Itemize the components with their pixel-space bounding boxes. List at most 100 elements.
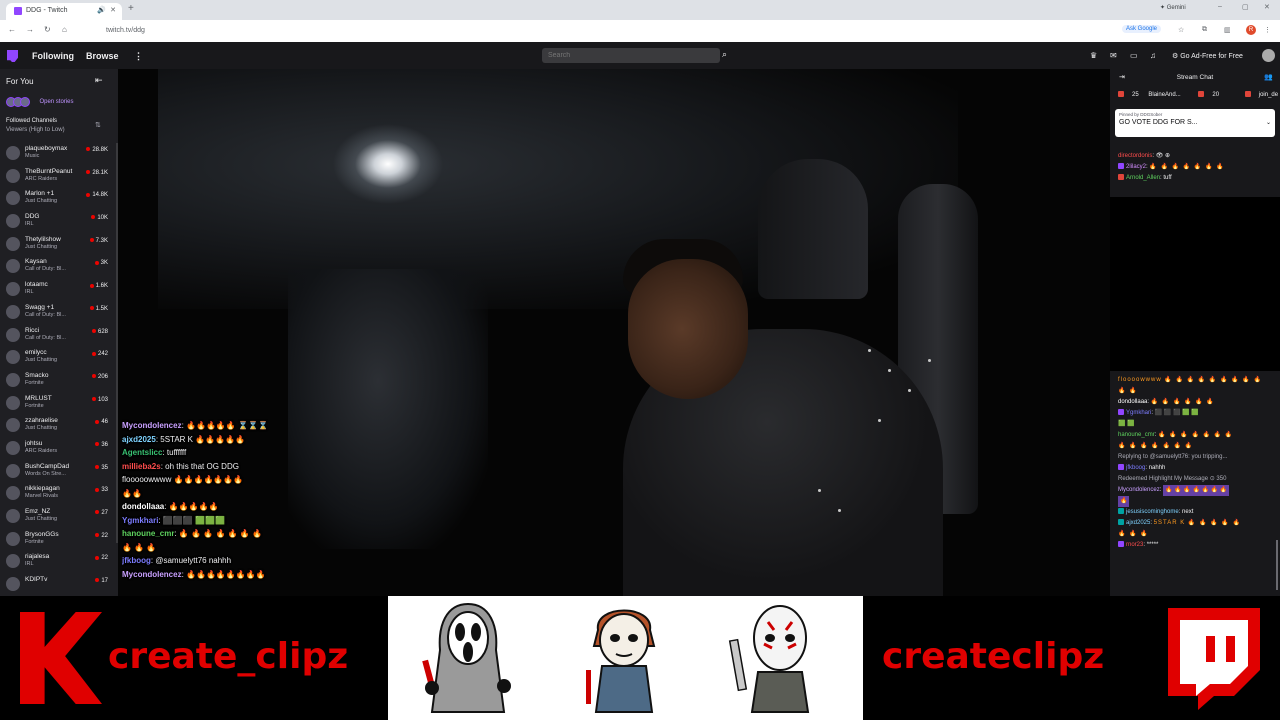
open-stories-row[interactable]: Open stories	[6, 93, 112, 109]
notifications-icon[interactable]: ♫	[1150, 51, 1156, 60]
chat-username[interactable]: Mycondolencez	[1118, 487, 1160, 493]
chat-message: 🔥 🔥 🔥 🔥 🔥 🔥 🔥	[178, 529, 262, 538]
window-close-icon[interactable]: ✕	[1264, 3, 1270, 11]
channel-item[interactable]: johtsu ARC Raiders 36	[0, 438, 118, 461]
collapse-sidebar-icon[interactable]: ⇤	[95, 75, 103, 86]
tab-strip: DDG - Twitch 🔊 ✕ + ✦ Gemini – ▢ ✕	[0, 0, 1280, 20]
chevron-down-icon[interactable]: ⌄	[1266, 119, 1271, 126]
brand-right-text: createclipz	[882, 636, 1105, 677]
chat-message: 🟩 🟩	[1118, 421, 1135, 427]
home-icon[interactable]: ⌂	[62, 25, 67, 34]
avatar	[6, 304, 20, 319]
channel-item[interactable]: BushCampDad Words On Stre... 35	[0, 461, 118, 484]
search-input[interactable]	[542, 48, 720, 63]
chat-message: 5STAR K 🔥 🔥 🔥 🔥 🔥	[1153, 520, 1241, 526]
viewer-count: 36	[95, 442, 108, 448]
address-bar[interactable]: twitch.tv/ddg	[86, 23, 1116, 39]
channel-item[interactable]: MRLUST Fortnite 103	[0, 393, 118, 416]
sort-icon[interactable]: ⇅	[95, 121, 101, 129]
reload-icon[interactable]: ↻	[44, 25, 51, 34]
channel-item[interactable]: TheBurntPeanut ARC Raiders 28.1K	[0, 166, 118, 189]
gemini-button[interactable]: ✦ Gemini	[1160, 4, 1186, 11]
browse-link[interactable]: Browse	[86, 51, 119, 61]
gift-entry[interactable]: 25 BlaineAnd...	[1118, 91, 1189, 98]
minimize-icon[interactable]: –	[1218, 3, 1222, 10]
chat-username[interactable]: ajxd2025	[1126, 520, 1150, 526]
brand-left-text: create_clipz	[108, 636, 349, 677]
channel-item[interactable]: Thetylilshow Just Chatting 7.3K	[0, 234, 118, 257]
channel-game: Just Chatting	[25, 516, 58, 522]
gift-entry[interactable]: join_de	[1244, 91, 1280, 98]
channel-item[interactable]: KDIPTv 17	[0, 574, 118, 596]
channel-item[interactable]: Emz_NZ Just Chatting 27	[0, 506, 118, 529]
more-icon[interactable]: ⋮	[134, 51, 143, 62]
search-icon[interactable]: ⌕	[722, 49, 727, 60]
channel-item[interactable]: plaqueboymax Music 28.8K	[0, 143, 118, 166]
chat-line: ajxd2025: 5STAR K 🔥 🔥 🔥 🔥 🔥	[1118, 518, 1274, 529]
browser-tab[interactable]: DDG - Twitch 🔊 ✕	[6, 3, 122, 20]
twitch-logo-icon[interactable]	[7, 50, 18, 62]
avatar	[6, 531, 20, 546]
chat-username[interactable]: hanoune_cmr	[1118, 432, 1155, 438]
crown-icon[interactable]: ♛	[1090, 51, 1097, 60]
channel-item[interactable]: DDG IRL 10K	[0, 211, 118, 234]
extensions-icon[interactable]: ⧉	[1202, 26, 1207, 34]
channel-item[interactable]: Kaysan Call of Duty: Bl... 3K	[0, 256, 118, 279]
channel-name: Emz_NZ	[25, 508, 51, 515]
channel-item[interactable]: lotaamc IRL 1.6K	[0, 279, 118, 302]
chat-username[interactable]: Arnold_Allen	[1126, 175, 1160, 181]
overlay-chat-line: hanoune_cmr: 🔥 🔥 🔥 🔥 🔥 🔥 🔥	[122, 529, 262, 538]
jason-mascot-icon	[728, 605, 810, 713]
sidepanel-icon[interactable]: ▥	[1224, 26, 1231, 34]
close-icon[interactable]: ✕	[110, 6, 116, 14]
channel-item[interactable]: riajalesa IRL 22	[0, 551, 118, 574]
chat-line: hanoune_cmr: 🔥 🔥 🔥 🔥 🔥 🔥 🔥	[1118, 432, 1234, 438]
gift-icon	[1198, 91, 1205, 97]
chat-username[interactable]: dondollaaa	[1118, 399, 1147, 405]
chat-username[interactable]: jfkboog	[1126, 465, 1145, 471]
new-tab-icon[interactable]: +	[128, 3, 134, 14]
viewer-count: 103	[92, 397, 108, 403]
gift-count: 25	[1132, 91, 1139, 98]
community-icon[interactable]: 👥	[1264, 73, 1273, 81]
channel-item[interactable]: Swagg +1 Call of Duty: Bl... 1.5K	[0, 302, 118, 325]
chat-username[interactable]: 2lilacy2	[1126, 164, 1146, 170]
pinned-by: Pinned by DDGSober	[1119, 112, 1163, 117]
channel-item[interactable]: Ricci Call of Duty: Bl... 628	[0, 325, 118, 348]
channel-item[interactable]: nikkiepagan Marvel Rivals 33	[0, 483, 118, 506]
channel-item[interactable]: Marlon +1 Just Chatting 14.8K	[0, 188, 118, 211]
video-player[interactable]: Mycondolencez: 🔥🔥🔥🔥🔥 ⌛⌛⌛ ajxd2025: 5STAR…	[118, 69, 1110, 596]
chat-message: next	[1182, 509, 1194, 515]
chat-line: 🟩 🟩	[1118, 419, 1274, 430]
gift-icon	[1244, 91, 1251, 97]
following-link[interactable]: Following	[32, 51, 74, 61]
gift-count: 20	[1212, 91, 1220, 98]
inbox-icon[interactable]: ✉	[1110, 51, 1117, 60]
chat-username[interactable]: directordonis	[1118, 153, 1152, 159]
back-icon[interactable]: ←	[8, 25, 16, 34]
maximize-icon[interactable]: ▢	[1242, 3, 1249, 11]
pinned-message[interactable]: Pinned by DDGSober GO VOTE DDG FOR S... …	[1115, 109, 1275, 137]
menu-icon[interactable]: ⋮	[1264, 26, 1271, 34]
channel-game: ARC Raiders	[25, 447, 58, 454]
chat-scrollbar[interactable]	[1276, 540, 1278, 590]
whispers-icon[interactable]: ▭	[1130, 51, 1138, 60]
chat-username[interactable]: Ygmkhari	[1126, 410, 1151, 416]
avatar	[6, 577, 20, 592]
chat-username[interactable]: jesusiscominghome	[1126, 509, 1179, 515]
gift-entry[interactable]: 20	[1198, 91, 1236, 98]
viewer-count: 28.1K	[86, 170, 108, 176]
audio-icon[interactable]: 🔊	[97, 6, 106, 14]
chat-username[interactable]: rnor23	[1126, 542, 1143, 548]
bookmark-star-icon[interactable]: ☆	[1178, 26, 1184, 34]
ask-google-button[interactable]: Ask Google	[1122, 25, 1162, 33]
profile-avatar[interactable]: R	[1246, 25, 1256, 35]
user-avatar[interactable]	[1262, 49, 1275, 62]
forward-icon[interactable]: →	[26, 25, 34, 34]
channel-item[interactable]: Smacko Fortnite 206	[0, 370, 118, 393]
channel-item[interactable]: emilycc Just Chatting 242	[0, 347, 118, 370]
channel-item[interactable]: zzahraelise Just Chatting 46	[0, 415, 118, 438]
channel-item[interactable]: BrysonGGs Fortnite 22	[0, 529, 118, 552]
ad-free-button[interactable]: ⚙ Go Ad-Free for Free	[1172, 52, 1243, 60]
channel-name: DDG	[25, 213, 40, 221]
